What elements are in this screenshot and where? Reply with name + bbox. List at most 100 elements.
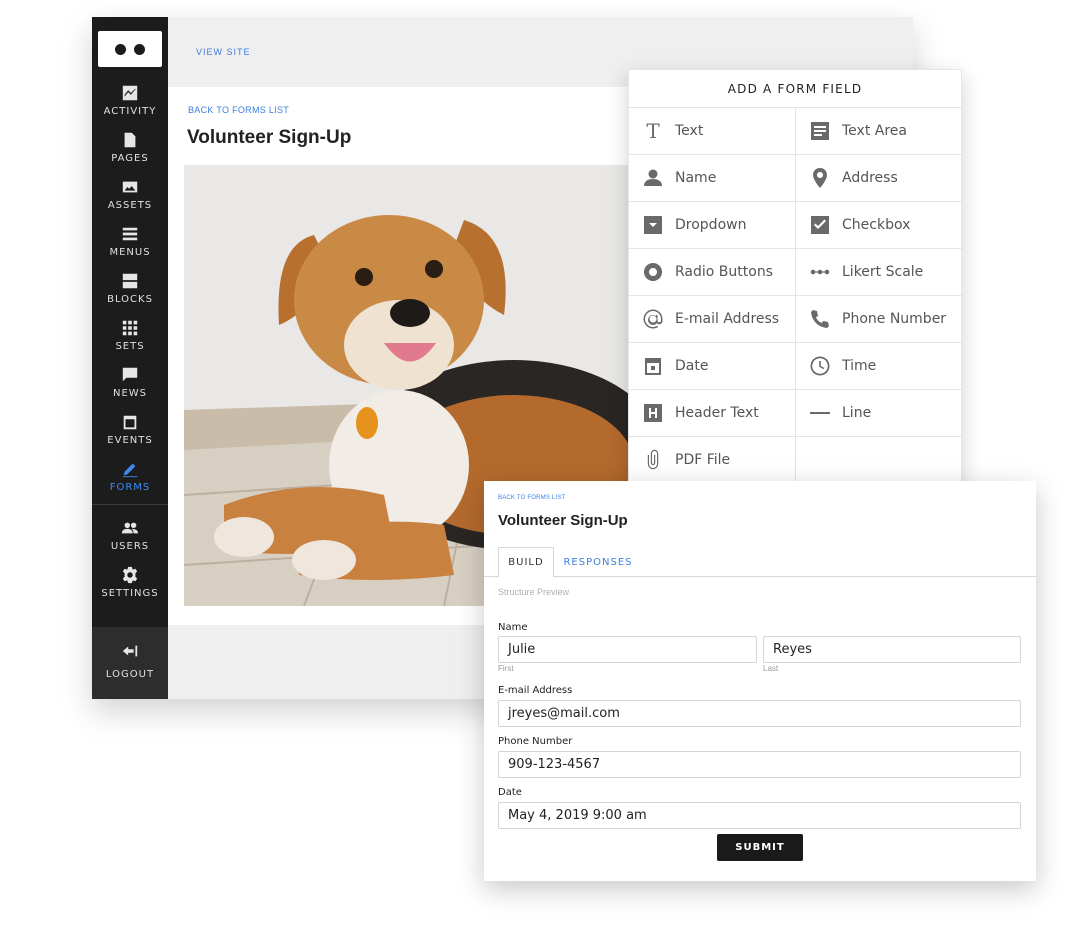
field-type-phone-number[interactable]: Phone Number — [796, 296, 963, 343]
sidebar-item-users[interactable]: USERS — [92, 518, 168, 562]
calendar-icon — [641, 354, 665, 378]
text-area-icon — [808, 119, 832, 143]
phone-label: Phone Number — [498, 736, 573, 747]
field-type-label: Dropdown — [675, 217, 747, 233]
sidebar-item-menus[interactable]: MENUS — [92, 224, 168, 268]
sidebar-item-events[interactable]: EVENTS — [92, 412, 168, 456]
sidebar-item-label: PAGES — [111, 153, 149, 164]
field-type-radio-buttons[interactable]: Radio Buttons — [629, 249, 796, 296]
map-pin-icon — [808, 166, 832, 190]
date-label: Date — [498, 787, 522, 798]
checkbox-icon — [808, 213, 832, 237]
field-type-label: Likert Scale — [842, 264, 924, 280]
sidebar-item-sets[interactable]: SETS — [92, 318, 168, 362]
email-label: E-mail Address — [498, 685, 573, 696]
person-icon — [641, 166, 665, 190]
field-type-text-area[interactable]: Text Area — [796, 108, 963, 155]
header-icon — [641, 401, 665, 425]
logout-button[interactable]: LOGOUT — [92, 641, 168, 685]
at-sign-icon — [641, 307, 665, 331]
field-type-dropdown[interactable]: Dropdown — [629, 202, 796, 249]
sidebar-item-label: BLOCKS — [107, 294, 153, 305]
sidebar-item-label: FORMS — [109, 482, 151, 493]
add-form-field-panel: ADD A FORM FIELD T Text Text Area Name A… — [628, 69, 963, 494]
field-type-pdf-file[interactable]: PDF File — [629, 437, 796, 484]
back-to-forms-link[interactable]: BACK TO FORMS LIST — [188, 105, 289, 115]
field-type-label: PDF File — [675, 452, 731, 468]
image-icon — [120, 177, 140, 197]
field-type-checkbox[interactable]: Checkbox — [796, 202, 963, 249]
date-field[interactable]: May 4, 2019 9:00 am — [498, 802, 1021, 829]
blocks-icon — [120, 271, 140, 291]
panel-title: ADD A FORM FIELD — [629, 70, 961, 108]
sidebar-item-settings[interactable]: SETTINGS — [92, 565, 168, 609]
field-type-name[interactable]: Name — [629, 155, 796, 202]
phone-field[interactable]: 909-123-4567 — [498, 751, 1021, 778]
sidebar-item-label: SETS — [115, 341, 145, 352]
tab-build[interactable]: BUILD — [498, 547, 554, 578]
gear-icon — [120, 565, 140, 585]
logout-label: LOGOUT — [105, 669, 155, 680]
sidebar-item-label: MENUS — [109, 247, 151, 258]
sidebar-item-label: ASSETS — [107, 200, 153, 211]
field-type-header-text[interactable]: Header Text — [629, 390, 796, 437]
submit-button[interactable]: SUBMIT — [717, 834, 803, 861]
field-type-label: Checkbox — [842, 217, 911, 233]
sidebar: ACTIVITY PAGES ASSETS MENUS BLOCKS SETS … — [92, 17, 168, 699]
page-icon — [120, 130, 140, 150]
sidebar-item-label: ACTIVITY — [103, 106, 157, 117]
radio-icon — [641, 260, 665, 284]
field-type-label: Phone Number — [842, 311, 947, 327]
chat-icon — [120, 365, 140, 385]
clock-icon — [808, 354, 832, 378]
name-label: Name — [498, 622, 528, 633]
form-tabs: BUILD RESPONSES — [484, 547, 1036, 578]
sidebar-item-forms[interactable]: FORMS — [92, 459, 168, 503]
field-type-label: Text — [675, 123, 704, 139]
logo[interactable] — [98, 31, 162, 67]
field-type-empty — [796, 437, 963, 484]
last-name-field[interactable]: Reyes — [763, 636, 1021, 663]
menu-icon — [120, 224, 140, 244]
sidebar-item-blocks[interactable]: BLOCKS — [92, 271, 168, 315]
sidebar-item-label: USERS — [110, 541, 150, 552]
form-title: Volunteer Sign-Up — [498, 512, 628, 529]
field-type-label: E-mail Address — [675, 311, 780, 327]
field-type-label: Radio Buttons — [675, 264, 773, 280]
calendar-icon — [120, 412, 140, 432]
sidebar-item-news[interactable]: NEWS — [92, 365, 168, 409]
text-icon: T — [646, 119, 660, 143]
sidebar-item-activity[interactable]: ACTIVITY — [92, 83, 168, 127]
view-site-link[interactable]: VIEW SITE — [196, 47, 251, 57]
field-type-date[interactable]: Date — [629, 343, 796, 390]
field-type-time[interactable]: Time — [796, 343, 963, 390]
dropdown-icon — [641, 213, 665, 237]
field-type-likert-scale[interactable]: Likert Scale — [796, 249, 963, 296]
activity-icon — [120, 83, 140, 103]
grid-icon — [120, 318, 140, 338]
field-type-text[interactable]: T Text — [629, 108, 796, 155]
form-builder-window: BACK TO FORMS LIST Volunteer Sign-Up BUI… — [484, 481, 1036, 881]
field-type-label: Header Text — [675, 405, 759, 421]
field-type-address[interactable]: Address — [796, 155, 963, 202]
sidebar-item-assets[interactable]: ASSETS — [92, 177, 168, 221]
page-title: Volunteer Sign-Up — [187, 127, 352, 148]
email-field[interactable]: jreyes@mail.com — [498, 700, 1021, 727]
back-to-forms-link[interactable]: BACK TO FORMS LIST — [498, 495, 565, 501]
first-name-field[interactable]: Julie — [498, 636, 757, 663]
structure-preview-label: Structure Preview — [498, 587, 570, 597]
line-icon — [808, 401, 832, 425]
sidebar-divider — [92, 504, 168, 505]
paperclip-icon — [641, 448, 665, 472]
phone-icon — [808, 307, 832, 331]
field-type-email-address[interactable]: E-mail Address — [629, 296, 796, 343]
users-icon — [120, 518, 140, 538]
likert-icon — [808, 260, 832, 284]
sidebar-item-pages[interactable]: PAGES — [92, 130, 168, 174]
field-type-line[interactable]: Line — [796, 390, 963, 437]
logout-icon — [120, 641, 140, 661]
tab-responses[interactable]: RESPONSES — [562, 547, 634, 577]
last-sublabel: Last — [763, 664, 779, 673]
first-sublabel: First — [498, 664, 514, 673]
field-type-label: Address — [842, 170, 898, 186]
